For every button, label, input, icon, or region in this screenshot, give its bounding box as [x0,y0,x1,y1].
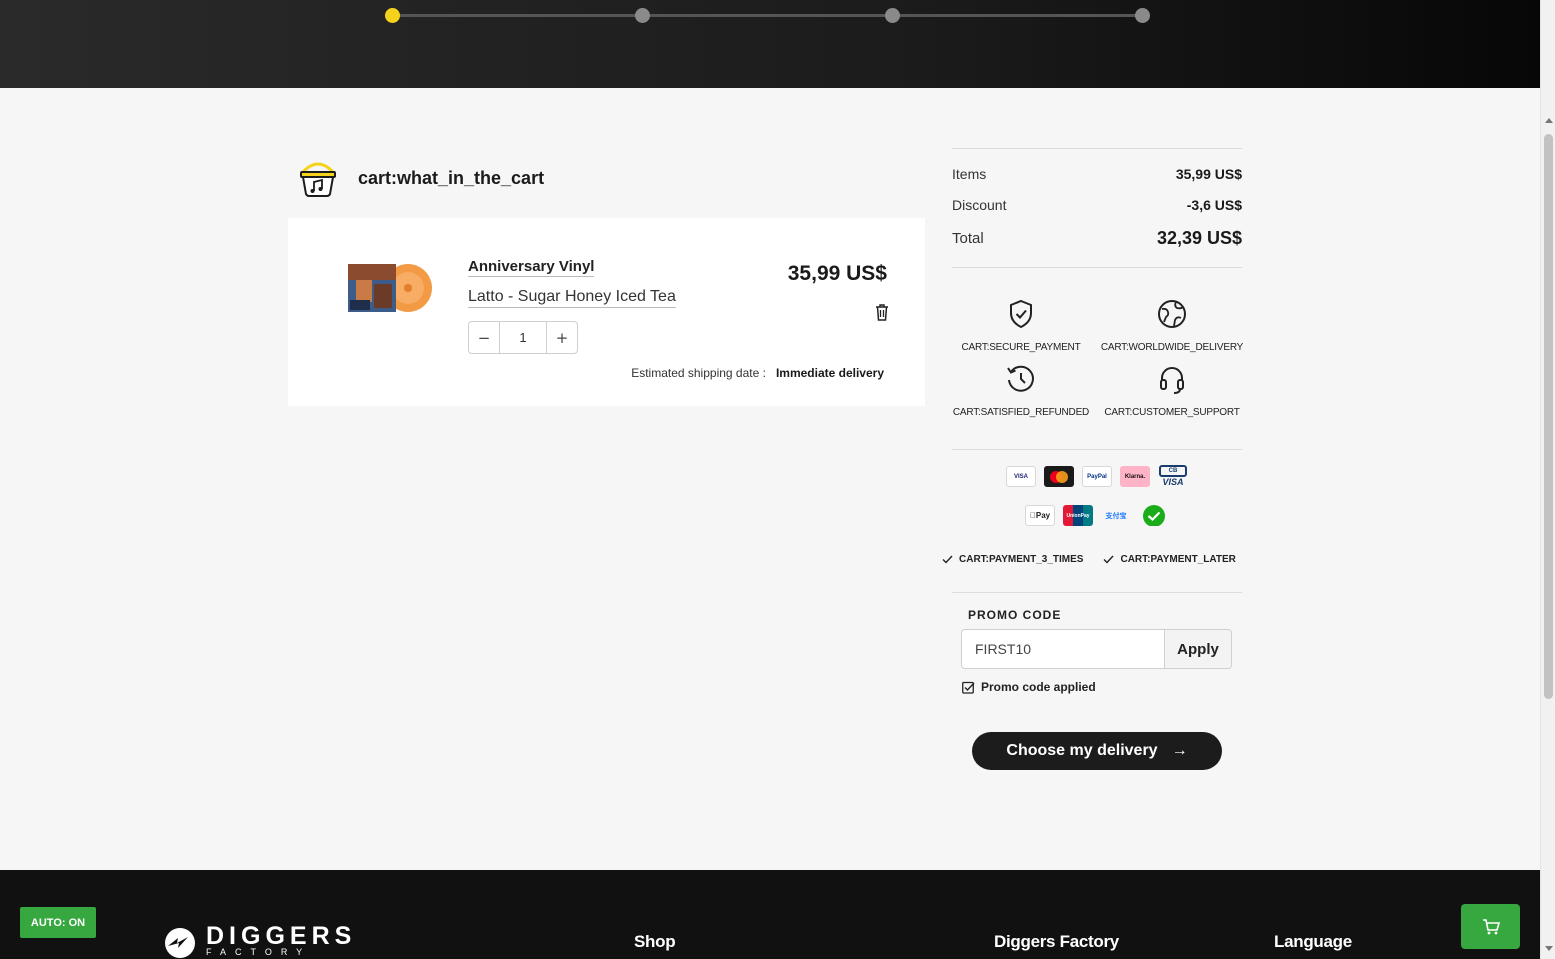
feature-label: CART:CUSTOMER_SUPPORT [1104,407,1240,418]
check-icon [942,555,953,564]
quantity-value[interactable]: 1 [499,322,547,353]
payment-option-3-times: CART:PAYMENT_3_TIMES [942,554,1083,565]
promo-applied-text: Promo code applied [981,680,1096,694]
scroll-down-arrow-icon[interactable] [1545,946,1553,951]
trash-icon[interactable] [875,304,889,321]
globe-icon [1158,300,1186,328]
logo-mark-icon [165,928,195,958]
mastercard-logo [1044,466,1074,487]
discount-value: -3,6 US$ [1186,197,1242,213]
applepay-logo: Pay [1025,505,1055,526]
step-cart[interactable] [385,8,400,23]
promo-code-input[interactable] [962,630,1164,668]
summary-total-row: Total 32,39 US$ [952,228,1242,249]
feature-customer-support: CART:CUSTOMER_SUPPORT [1096,363,1248,418]
step-confirmation[interactable] [1135,8,1150,23]
footer-heading-diggers-factory: Diggers Factory [994,932,1119,951]
promo-applied-status: Promo code applied [962,680,1096,694]
payment-options: CART:PAYMENT_3_TIMES CART:PAYMENT_LATER [942,554,1236,565]
decrement-button[interactable]: − [469,322,499,353]
feature-label: CART:WORLDWIDE_DELIVERY [1100,342,1244,353]
checkbox-checked-icon [962,681,975,694]
apply-promo-button[interactable]: Apply [1164,630,1231,668]
history-icon [1007,365,1034,392]
choose-delivery-label: Choose my delivery [1006,742,1158,759]
headset-icon [1160,367,1184,394]
feature-worldwide-delivery: CART:WORLDWIDE_DELIVERY [1096,298,1248,353]
wechat-pay-logo [1139,505,1169,526]
total-value: 32,39 US$ [1156,228,1242,248]
basket-music-icon [300,162,336,197]
payment-option-label: CART:PAYMENT_3_TIMES [959,554,1084,565]
stepper-track [392,14,1142,17]
increment-button[interactable]: + [547,322,577,353]
klarna-logo: Klarna. [1120,466,1150,487]
shopping-cart-icon [1482,918,1500,934]
divider [952,267,1242,268]
divider [952,592,1242,593]
wechat-check-icon [1143,505,1165,526]
discount-label: Discount [952,197,1007,213]
order-summary: Items 35,99 US$ Discount -3,6 US$ Total … [952,148,1242,268]
footer-heading-shop: Shop [634,932,676,951]
arrow-right-icon: → [1171,742,1188,759]
feature-secure-payment: CART:SECURE_PAYMENT [945,298,1097,353]
cart-fab-button[interactable] [1461,904,1520,949]
divider [952,449,1242,450]
check-icon [1103,555,1114,564]
cb-visa-logo: CB VISA [1158,463,1188,489]
alipay-logo: 支付宝 [1105,512,1127,520]
items-value: 35,99 US$ [1175,166,1242,182]
diggers-factory-logo[interactable]: DIGGERS FACTORY [158,924,356,958]
payment-logos-row-1: VISA PayPal Klarna. CB VISA [952,463,1242,489]
divider [952,148,1242,149]
applepay-text: Pay [1032,511,1050,520]
promo-code-label: PROMO CODE [968,608,1062,622]
feature-label: CART:SECURE_PAYMENT [961,342,1081,353]
item-title-link[interactable]: Latto - Sugar Honey Iced Tea [468,288,676,308]
total-label: Total [952,230,984,247]
shipping-label: Estimated shipping date : [631,366,766,380]
paypal-logo: PayPal [1082,466,1112,487]
summary-discount-row: Discount -3,6 US$ [952,197,1242,213]
shipping-estimate: Estimated shipping date : Immediate deli… [631,366,884,380]
scroll-up-arrow-icon[interactable] [1545,118,1553,123]
logo-main-text: DIGGERS [206,922,357,950]
shipping-value: Immediate delivery [775,366,884,380]
shield-check-icon [1010,299,1032,329]
checkout-header [0,0,1540,88]
step-payment[interactable] [885,8,900,23]
feature-label: CART:SATISFIED_REFUNDED [952,407,1090,418]
items-label: Items [952,166,987,182]
auto-toggle-button[interactable]: AUTO: ON [20,907,96,938]
payment-option-label: CART:PAYMENT_LATER [1120,554,1236,565]
footer-heading-language: Language [1274,932,1352,951]
cart-header: cart:what_in_the_cart [297,158,544,198]
visa-logo: VISA [1006,466,1036,487]
cart-item-card: Anniversary Vinyl Latto - Sugar Honey Ic… [288,218,925,406]
item-price: 35,99 US$ [787,262,887,285]
feature-satisfied-refunded: CART:SATISFIED_REFUNDED [945,363,1097,418]
item-type[interactable]: Anniversary Vinyl [468,258,595,277]
step-delivery[interactable] [635,8,650,23]
summary-items-row: Items 35,99 US$ [952,166,1242,182]
payment-logos-row-2: Pay UnionPay 支付宝 [952,505,1242,526]
vinyl-cover-image [348,264,432,312]
mastercard-circles-icon [1050,470,1068,483]
cb-visa-text: VISA [1162,477,1184,487]
promo-code-form: Apply [961,629,1232,669]
choose-delivery-button[interactable]: Choose my delivery → [972,732,1222,770]
scrollbar-thumb[interactable] [1544,134,1553,699]
quantity-stepper: − 1 + [468,321,578,354]
logo-wordmark: DIGGERS FACTORY [206,922,357,958]
payment-option-later: CART:PAYMENT_LATER [1103,554,1236,565]
cart-title: cart:what_in_the_cart [358,167,545,188]
cb-mark: CB [1159,465,1187,477]
unionpay-logo: UnionPay [1063,505,1093,526]
page-scrollbar[interactable] [1540,0,1555,959]
